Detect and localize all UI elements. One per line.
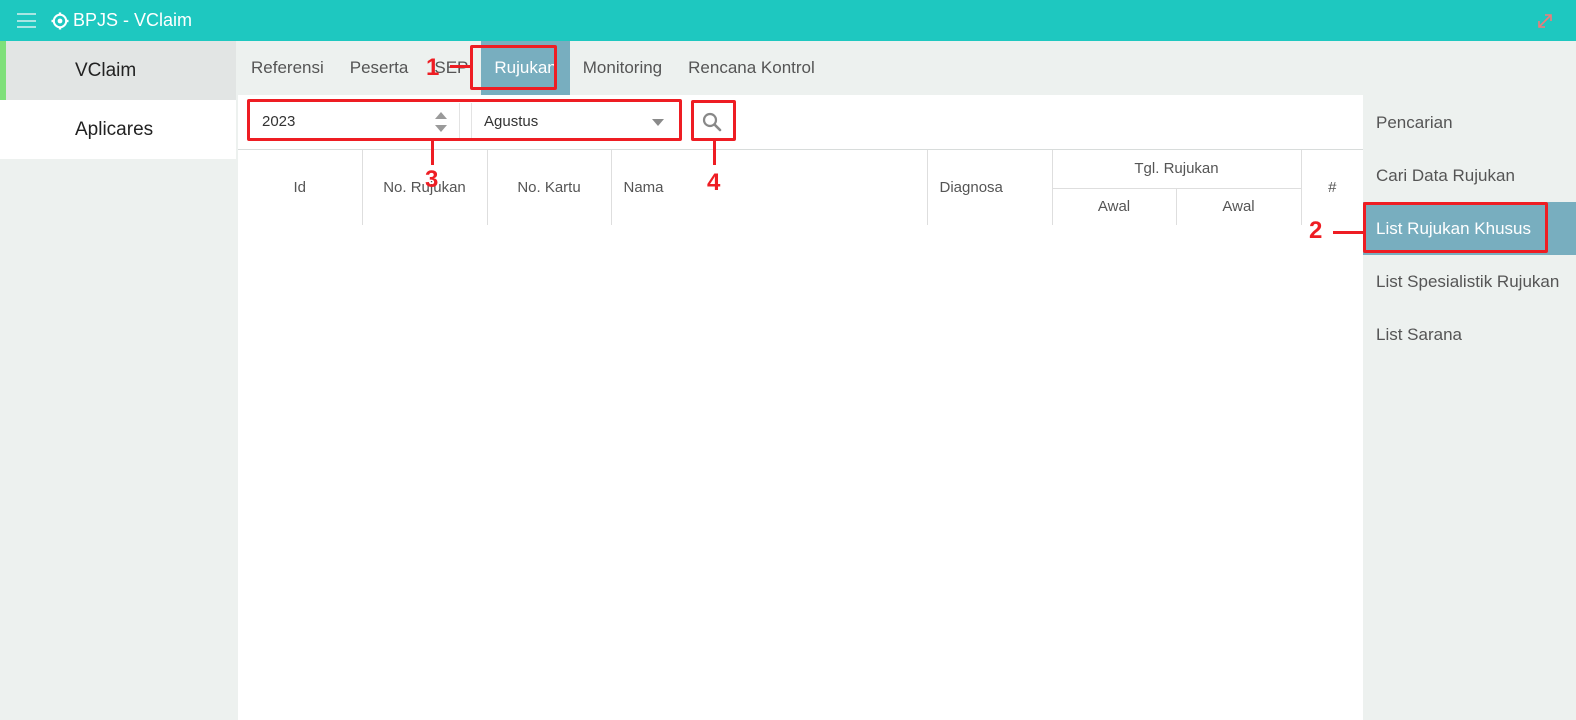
expand-icon[interactable] [1536, 12, 1554, 30]
main-content: 2023 Agustus Id No. Rujukan No. Kartu Na… [238, 95, 1363, 720]
column-header-awal: Awal [1052, 187, 1177, 225]
column-header-awal-2: Awal [1176, 187, 1302, 225]
annotation-line-3 [431, 141, 434, 165]
annotation-box-search [691, 100, 736, 141]
menu-item-list-sarana[interactable]: List Sarana [1363, 308, 1576, 361]
annotation-line-2 [1333, 231, 1363, 234]
annotation-number-4: 4 [707, 169, 721, 196]
app-sidebar: VClaim Aplicares [0, 41, 236, 720]
menu-item-pencarian[interactable]: Pencarian [1363, 96, 1576, 149]
menu-item-list-spesialistik-rujukan[interactable]: List Spesialistik Rujukan [1363, 255, 1576, 308]
tab-peserta[interactable]: Peserta [337, 41, 422, 95]
tab-monitoring[interactable]: Monitoring [570, 41, 675, 95]
column-header-no-kartu: No. Kartu [487, 150, 612, 225]
gear-icon [51, 12, 69, 29]
tab-referensi[interactable]: Referensi [238, 41, 337, 95]
tab-rencana-kontrol[interactable]: Rencana Kontrol [675, 41, 828, 95]
annotation-box-period-filter [247, 99, 682, 141]
column-header-action: # [1328, 179, 1337, 196]
top-bar: BPJS - VClaim [0, 0, 1576, 41]
hamburger-icon[interactable] [17, 13, 36, 28]
rujukan-submenu: Pencarian Cari Data Rujukan List Rujukan… [1363, 95, 1576, 720]
annotation-number-2: 2 [1309, 217, 1323, 244]
sidebar-item-vclaim[interactable]: VClaim [0, 41, 236, 100]
column-header-id: Id [238, 150, 363, 225]
sidebar-item-aplicares[interactable]: Aplicares [0, 100, 236, 159]
annotation-number-1: 1 [426, 54, 440, 81]
annotation-line-1 [450, 65, 470, 68]
column-header-tgl-rujukan: Tgl. Rujukan [1052, 150, 1302, 188]
annotation-box-rujukan-tab [470, 45, 557, 90]
app-title: BPJS - VClaim [73, 10, 193, 30]
column-header-diagnosa: Diagnosa [927, 150, 1053, 225]
annotation-line-4 [713, 141, 716, 165]
app-brand: BPJS - VClaim [51, 10, 192, 31]
annotation-box-list-rujukan-khusus [1363, 202, 1548, 253]
menu-item-cari-data-rujukan[interactable]: Cari Data Rujukan [1363, 149, 1576, 202]
annotation-number-3: 3 [425, 166, 439, 193]
column-header-nama: Nama [611, 150, 928, 225]
rujukan-khusus-table: Id No. Rujukan No. Kartu Nama Diagnosa T… [238, 150, 1363, 225]
